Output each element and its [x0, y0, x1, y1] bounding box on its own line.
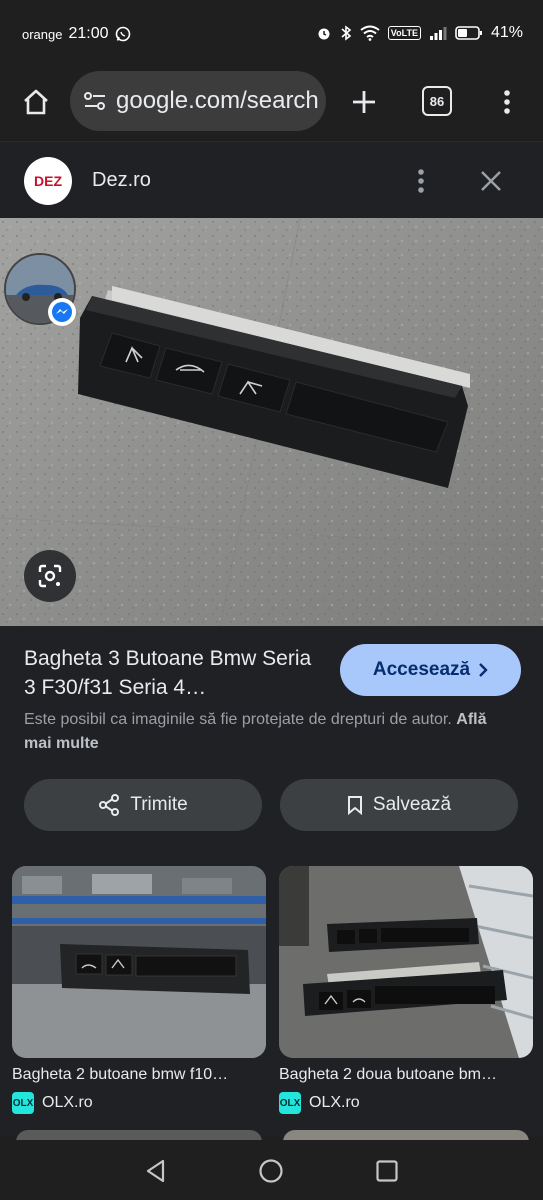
related-thumbnail[interactable]	[279, 866, 533, 1058]
status-bar: orange 21:00 VoLTE 41%	[0, 0, 543, 68]
olx-icon: OLX	[12, 1092, 34, 1114]
related-title[interactable]: Bagheta 2 butoane bmw f10…	[12, 1066, 266, 1084]
alarm-icon	[316, 25, 332, 41]
bluetooth-icon	[340, 25, 352, 41]
copyright-text: Este posibil ca imaginile să fie proteja…	[24, 711, 452, 728]
visit-label: Accesează	[372, 659, 471, 680]
more-vert-icon	[418, 169, 424, 193]
recents-button[interactable]	[372, 1156, 402, 1186]
share-button[interactable]: Trimite	[24, 779, 262, 831]
related-source-name: OLX.ro	[309, 1094, 360, 1111]
new-tab-button[interactable]	[346, 84, 382, 120]
result-panel: Bagheta 3 Butoane Bmw Seria 3 F30/f31 Se…	[0, 626, 543, 1142]
back-button[interactable]	[141, 1156, 171, 1186]
wifi-icon	[360, 25, 380, 41]
save-label: Salvează	[372, 794, 452, 815]
recents-square-icon	[376, 1160, 398, 1182]
close-icon	[481, 171, 501, 191]
bookmark-icon	[347, 796, 362, 815]
battery-icon	[455, 25, 483, 41]
related-source-name: OLX.ro	[42, 1094, 93, 1111]
home-icon	[24, 89, 48, 115]
home-circle-icon	[259, 1159, 283, 1183]
related-title[interactable]: Bagheta 2 doua butoane bm…	[279, 1066, 533, 1084]
main-image[interactable]	[0, 218, 543, 626]
lens-search-button[interactable]	[24, 550, 76, 602]
url-text[interactable]: google.com/search	[116, 87, 319, 115]
tab-switcher-button[interactable]: 86	[422, 86, 452, 116]
share-icon	[99, 794, 120, 816]
site-settings-icon[interactable]	[82, 88, 108, 114]
signal-icon	[429, 25, 447, 41]
site-name[interactable]: Dez.ro	[92, 169, 151, 192]
result-title[interactable]: Bagheta 3 Butoane Bmw Seria 3 F30/f31 Se…	[24, 644, 324, 702]
source-header: DEZ Dez.ro	[0, 141, 543, 218]
more-vert-icon	[504, 90, 510, 114]
related-result[interactable]: Bagheta 2 doua butoane bm… OLX OLX.ro	[279, 866, 533, 1114]
related-source[interactable]: OLX OLX.ro	[12, 1092, 266, 1114]
copyright-notice: Este posibil ca imaginile să fie proteja…	[24, 708, 494, 756]
site-more-button[interactable]	[410, 166, 432, 196]
related-thumbnail[interactable]	[12, 866, 266, 1058]
carrier-label: orange	[22, 26, 63, 42]
home-nav-button[interactable]	[256, 1156, 286, 1186]
clock: 21:00	[68, 25, 109, 42]
browser-toolbar: google.com/search 86	[0, 68, 543, 140]
system-nav-bar	[0, 1140, 543, 1200]
related-result[interactable]: Bagheta 2 butoane bmw f10… OLX OLX.ro	[12, 866, 266, 1114]
site-logo[interactable]: DEZ	[24, 157, 72, 205]
back-triangle-icon	[146, 1159, 165, 1183]
plus-icon	[353, 91, 375, 113]
whatsapp-icon	[115, 26, 131, 42]
save-button[interactable]: Salvează	[280, 779, 518, 831]
visit-button[interactable]: Accesează	[340, 644, 521, 696]
browser-menu-button[interactable]	[494, 84, 520, 120]
battery-percent: 41%	[490, 24, 523, 41]
lens-icon	[38, 564, 62, 588]
url-bar[interactable]: google.com/search	[70, 71, 326, 131]
messenger-icon	[48, 298, 76, 326]
home-button[interactable]	[18, 84, 54, 120]
chevron-right-icon	[479, 663, 488, 677]
volte-badge: VoLTE	[387, 26, 421, 40]
related-source[interactable]: OLX OLX.ro	[279, 1092, 533, 1114]
close-button[interactable]	[476, 166, 506, 196]
olx-icon: OLX	[279, 1092, 301, 1114]
share-label: Trimite	[130, 794, 188, 815]
